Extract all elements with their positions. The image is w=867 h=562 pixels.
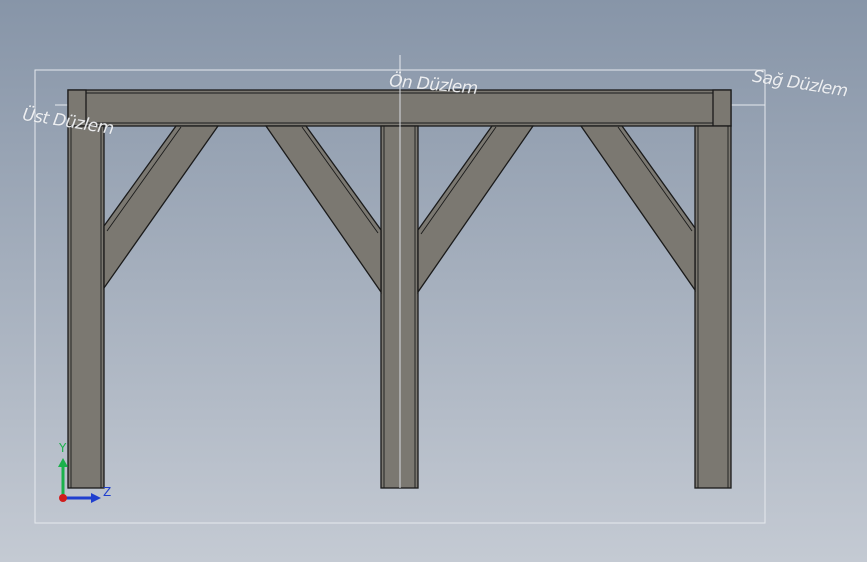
brace-left-1[interactable] <box>103 125 220 291</box>
left-leg[interactable] <box>67 125 105 489</box>
brace-left-2[interactable] <box>264 125 382 295</box>
right-leg[interactable] <box>694 125 732 489</box>
z-axis-label: Z <box>103 485 112 499</box>
brace-right-1[interactable] <box>417 125 535 295</box>
origin-icon <box>59 494 67 502</box>
top-beam-right-cap[interactable] <box>712 89 732 127</box>
y-axis-arrow <box>58 458 68 467</box>
y-axis-label: Y <box>59 441 67 455</box>
z-axis-arrow <box>91 493 101 503</box>
graphics-viewport[interactable]: Ön Düzlem Sağ Düzlem Üst Düzlem Y Z <box>0 0 867 562</box>
brace-right-2[interactable] <box>579 125 696 293</box>
